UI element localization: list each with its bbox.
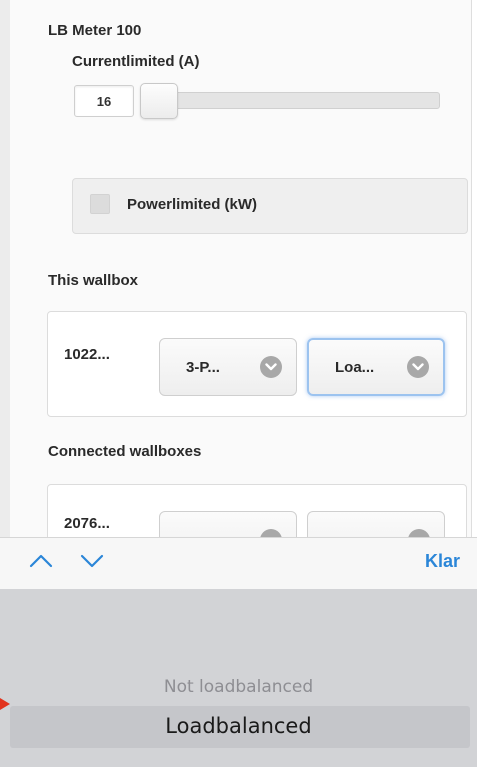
phase-select-value: 3-P... <box>186 358 220 376</box>
current-limit-value: 16 <box>96 93 112 109</box>
power-limited-checkbox[interactable] <box>90 194 110 214</box>
connected-wallbox-id: 2076... <box>64 515 110 532</box>
keyboard-accessory-toolbar: Klar <box>0 537 477 589</box>
current-limit-slider-handle[interactable] <box>140 83 178 119</box>
connected-wallboxes-heading: Connected wallboxes <box>48 443 202 460</box>
chevron-down-icon <box>408 529 430 537</box>
chevron-down-icon <box>260 529 282 537</box>
loadbalance-mode-value: Loa... <box>335 358 375 376</box>
chevron-down-icon <box>260 356 282 378</box>
meter-title: LB Meter 100 <box>48 22 142 39</box>
loadbalance-mode-select[interactable]: Loa... <box>307 338 445 396</box>
current-limit-input[interactable]: 16 <box>74 85 134 117</box>
next-field-button[interactable] <box>77 550 107 576</box>
chevron-down-icon <box>80 554 104 573</box>
current-limited-label: Currentlimited (A) <box>72 53 200 70</box>
pointer-arrow-icon <box>0 698 10 710</box>
chevron-up-icon <box>29 554 53 573</box>
wallbox-id: 1022... <box>64 346 110 363</box>
current-limit-slider-track[interactable] <box>160 92 440 109</box>
previous-field-button[interactable] <box>26 550 56 576</box>
chevron-down-icon <box>407 356 429 378</box>
option-picker[interactable]: Not loadbalanced Loadbalanced <box>0 589 477 767</box>
picker-option-not-loadbalanced[interactable]: Not loadbalanced <box>0 677 477 697</box>
power-limited-label: Powerlimited (kW) <box>127 196 258 213</box>
connected-phase-select[interactable] <box>159 511 297 537</box>
connected-wallbox-card: 2076... <box>47 484 467 537</box>
load-balance-form: LB Meter 100 Currentlimited (A) 16 Power… <box>10 0 472 537</box>
phase-select[interactable]: 3-P... <box>159 338 297 396</box>
picker-option-loadbalanced[interactable]: Loadbalanced <box>0 714 477 738</box>
this-wallbox-card: 1022... 3-P... Loa... <box>47 311 467 417</box>
this-wallbox-heading: This wallbox <box>48 272 139 289</box>
done-button[interactable]: Klar <box>425 551 460 572</box>
connected-mode-select[interactable] <box>307 511 445 537</box>
